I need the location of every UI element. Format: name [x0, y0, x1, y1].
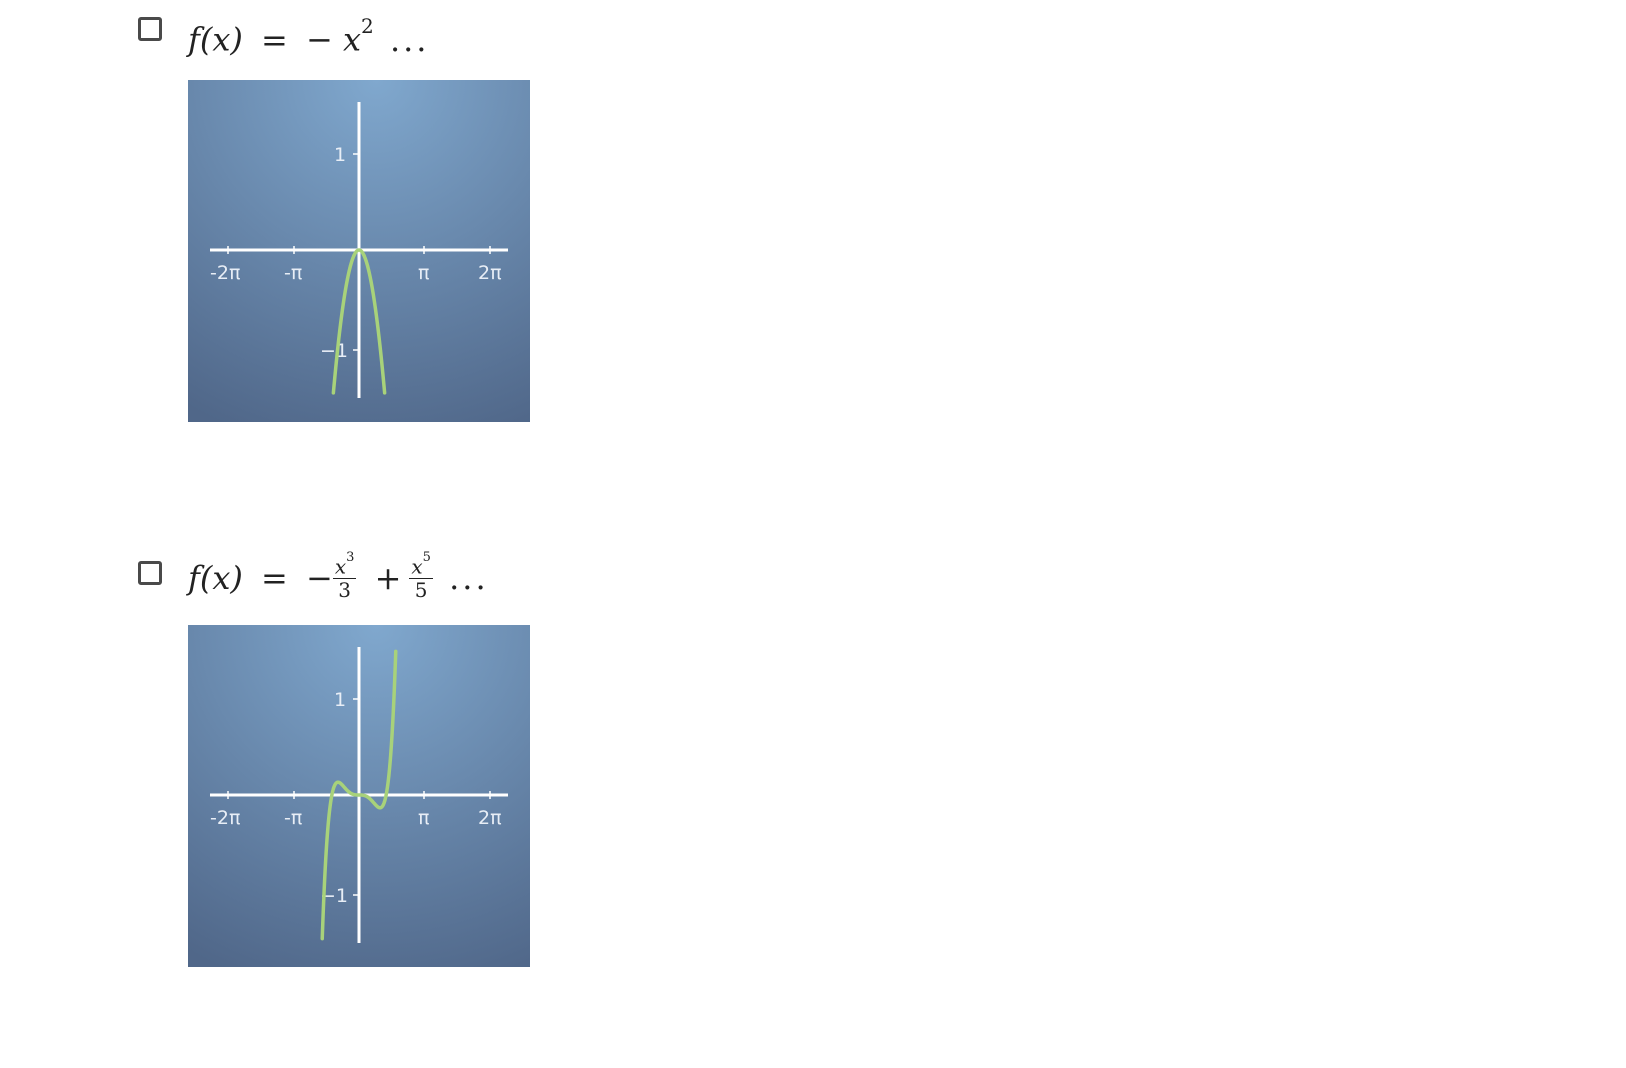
option-1-graph-svg: -2π -π π 2π 1 −1: [188, 80, 530, 422]
formula-dots: ...: [389, 20, 430, 59]
option-2-graph-svg: -2π -π π 2π 1 −1: [188, 625, 530, 967]
x-tick-label: 2π: [478, 262, 502, 284]
option-2-graph: -2π -π π 2π 1 −1: [188, 625, 530, 967]
formula-minus: −: [306, 20, 333, 59]
fraction-denominator: 5: [414, 577, 428, 602]
fraction-num-var: x: [334, 554, 347, 579]
fraction-num-var: x: [411, 554, 423, 579]
fraction-num-power: 3: [346, 550, 355, 565]
option-2-checkbox[interactable]: [138, 561, 162, 585]
x-tick-label: 2π: [478, 807, 502, 829]
x-tick-label: -2π: [210, 807, 240, 829]
formula-equals: =: [261, 558, 288, 597]
formula-power: 2: [361, 14, 374, 38]
formula-lhs: f(x): [188, 20, 243, 59]
option-1-checkbox[interactable]: [138, 17, 162, 41]
fraction-num-power: 5: [422, 550, 431, 565]
x-tick-label: π: [418, 807, 429, 829]
x-tick-label: -π: [284, 262, 302, 284]
fraction-denominator: 3: [338, 577, 351, 602]
x-tick-label: -2π: [210, 262, 240, 284]
formula-dots: ...: [449, 558, 489, 597]
formula-equals: =: [261, 20, 288, 59]
option-1-formula: f(x) = − x2 ...: [188, 12, 429, 60]
y-tick-label: 1: [334, 689, 346, 711]
y-tick-label: 1: [334, 144, 346, 166]
formula-lhs: f(x): [188, 558, 243, 597]
x-tick-label: -π: [284, 807, 302, 829]
y-tick-label: −1: [320, 340, 348, 362]
option-2-formula: f(x) = − x3 3 + x5 5 ...: [188, 550, 489, 605]
option-1-graph: -2π -π π 2π 1 −1: [188, 80, 530, 422]
fraction-term-1: x3 3: [332, 550, 357, 602]
formula-plus: +: [374, 558, 402, 597]
fraction-term-2: x5 5: [409, 550, 433, 602]
formula-var: x: [343, 20, 362, 59]
x-tick-label: π: [418, 262, 429, 284]
formula-minus: −: [306, 558, 333, 597]
